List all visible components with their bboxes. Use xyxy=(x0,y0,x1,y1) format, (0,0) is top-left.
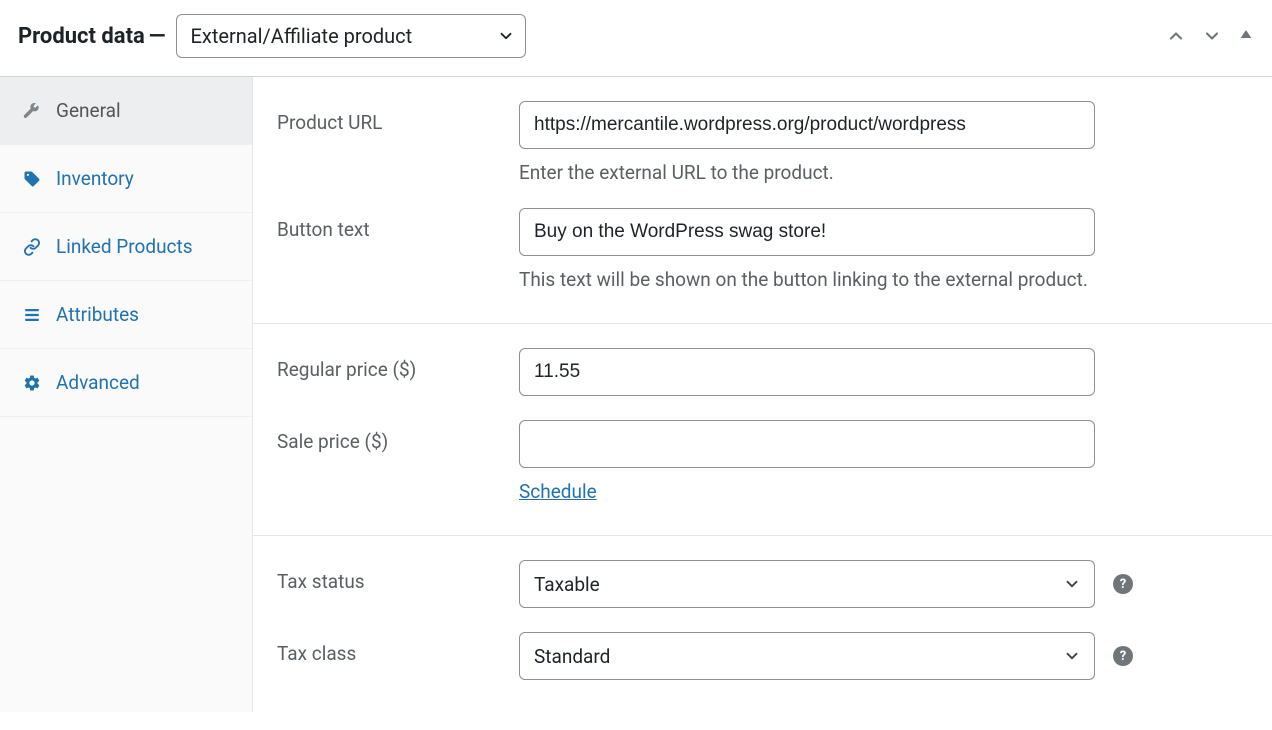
tax-class-label: Tax class xyxy=(277,632,519,665)
tax-class-select[interactable]: Standard xyxy=(519,632,1095,680)
product-data-tabs: General Inventory Linked Products Attrib… xyxy=(0,77,253,712)
tab-advanced[interactable]: Advanced xyxy=(0,349,252,417)
schedule-link[interactable]: Schedule xyxy=(519,480,597,503)
panel-controls xyxy=(1166,26,1254,46)
list-icon xyxy=(22,305,42,325)
button-text-input[interactable] xyxy=(519,208,1095,256)
panel-toggle-icon[interactable] xyxy=(1238,26,1254,46)
section-external: Product URL Enter the external URL to th… xyxy=(253,77,1272,324)
tab-general[interactable]: General xyxy=(0,77,252,145)
wrench-icon xyxy=(22,101,42,121)
tax-class-value: Standard xyxy=(534,645,610,668)
panel-content: Product URL Enter the external URL to th… xyxy=(253,77,1272,712)
tab-linked-products[interactable]: Linked Products xyxy=(0,213,252,281)
panel-move-up-icon[interactable] xyxy=(1166,26,1186,46)
tax-status-select[interactable]: Taxable xyxy=(519,560,1095,608)
regular-price-label: Regular price ($) xyxy=(277,348,519,381)
section-pricing: Regular price ($) Sale price ($) Schedul… xyxy=(253,324,1272,536)
section-tax: Tax status Taxable ? Tax class xyxy=(253,536,1272,712)
sale-price-input[interactable] xyxy=(519,420,1095,468)
tab-inventory[interactable]: Inventory xyxy=(0,145,252,213)
sale-price-label: Sale price ($) xyxy=(277,420,519,453)
panel-body: General Inventory Linked Products Attrib… xyxy=(0,77,1272,712)
chevron-down-icon xyxy=(1063,647,1081,665)
tax-status-label: Tax status xyxy=(277,560,519,593)
tax-status-help-icon[interactable]: ? xyxy=(1113,574,1133,594)
tag-icon xyxy=(22,169,42,189)
chevron-down-icon xyxy=(497,27,515,45)
tab-attributes[interactable]: Attributes xyxy=(0,281,252,349)
panel-move-down-icon[interactable] xyxy=(1202,26,1222,46)
panel-header: Product data — External/Affiliate produc… xyxy=(0,0,1272,77)
panel-title: Product data xyxy=(18,24,145,49)
tab-label: General xyxy=(56,99,121,122)
panel-title-dash: — xyxy=(149,24,166,49)
tab-label: Advanced xyxy=(56,371,140,394)
tab-label: Attributes xyxy=(56,303,139,326)
product-url-input[interactable] xyxy=(519,101,1095,149)
product-url-label: Product URL xyxy=(277,101,519,134)
product-type-select[interactable]: External/Affiliate product xyxy=(176,14,526,58)
tab-label: Inventory xyxy=(56,167,134,190)
tax-class-help-icon[interactable]: ? xyxy=(1113,646,1133,666)
regular-price-input[interactable] xyxy=(519,348,1095,396)
product-type-value: External/Affiliate product xyxy=(191,24,413,48)
tab-label: Linked Products xyxy=(56,235,193,258)
product-url-helper: Enter the external URL to the product. xyxy=(519,161,1248,184)
button-text-helper: This text will be shown on the button li… xyxy=(519,268,1248,291)
button-text-label: Button text xyxy=(277,208,519,241)
link-icon xyxy=(22,237,42,257)
gear-icon xyxy=(22,373,42,393)
tax-status-value: Taxable xyxy=(534,573,600,596)
chevron-down-icon xyxy=(1063,575,1081,593)
